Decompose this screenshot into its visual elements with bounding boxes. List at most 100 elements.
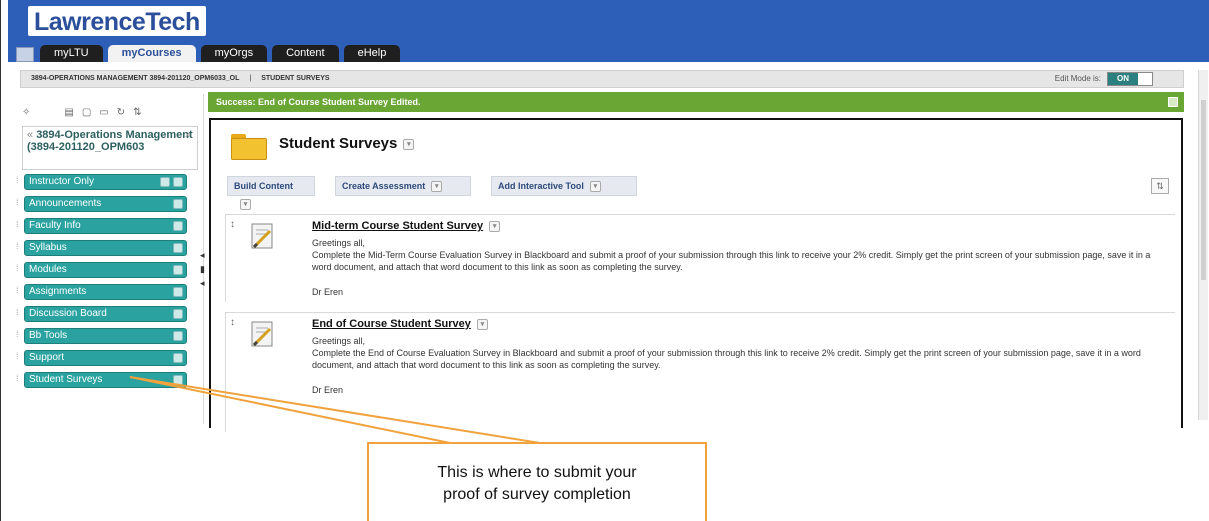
item-body: Complete the End of Course Evaluation Su… <box>312 348 1141 370</box>
sidebar-item-discussion-board[interactable]: Discussion Board <box>24 306 187 322</box>
create-assessment-label: Create Assessment <box>342 181 426 191</box>
item-menu-icon[interactable] <box>173 221 183 231</box>
item-description: Greetings all, Complete the Mid-Term Cou… <box>312 237 1162 273</box>
callout-line-2: proof of survey completion <box>443 486 631 503</box>
collapse-arrow-icon[interactable]: « <box>27 129 33 141</box>
popup-icon[interactable]: ▭ <box>99 107 108 118</box>
add-interactive-tool-label: Add Interactive Tool <box>498 181 584 191</box>
content-area: Student Surveys ▾ Build Content ▾ Create A… <box>209 118 1183 432</box>
tab-ehelp[interactable]: eHelp <box>343 45 401 62</box>
refresh-icon[interactable]: ↻ <box>117 107 125 118</box>
callout-box: This is where to submit your proof of su… <box>367 442 707 521</box>
item-menu-icon[interactable] <box>173 331 183 341</box>
build-content-label: Build Content <box>234 181 293 191</box>
item-title: Mid-term Course Student Survey <box>312 220 484 232</box>
sidebar-item-label: Faculty Info <box>29 220 81 231</box>
item-signature: Dr Eren <box>312 385 344 395</box>
breadcrumb-course[interactable]: 3894-OPERATIONS MANAGEMENT 3894-201120_O… <box>31 75 239 82</box>
sidebar-item-instructor-only[interactable]: Instructor Only <box>24 174 187 190</box>
screenshot-root: LawrenceTech myLTU myCourses myOrgs Cont… <box>0 0 1209 521</box>
drag-handle-icon[interactable]: ↕ <box>230 219 235 230</box>
drag-handle-icon[interactable]: ⁞ <box>16 262 21 274</box>
sidebar-item-label: Assignments <box>29 286 87 297</box>
page-title: Student Surveys ▾ <box>279 135 415 152</box>
course-title-box[interactable]: « 3894-Operations Management (3894-20112… <box>22 126 198 170</box>
drag-handle-icon[interactable]: ⁞ <box>16 350 21 362</box>
page-scrollbar[interactable] <box>1198 70 1208 420</box>
item-description: Greetings all, Complete the End of Cours… <box>312 335 1162 371</box>
item-menu-icon[interactable] <box>173 309 183 319</box>
item-greeting: Greetings all, <box>312 238 366 248</box>
sidebar-item-syllabus[interactable]: Syllabus <box>24 240 187 256</box>
item-menu-icon[interactable] <box>173 287 183 297</box>
item-menu-icon[interactable] <box>173 265 183 275</box>
drag-handle-icon[interactable]: ⁞ <box>16 284 21 296</box>
drag-handle-icon[interactable]: ⁞ <box>16 328 21 340</box>
breadcrumb: 3894-OPERATIONS MANAGEMENT 3894-201120_O… <box>20 70 1184 88</box>
item-title-link[interactable]: End of Course Student Survey ▾ <box>312 318 488 330</box>
edit-mode-value: ON <box>1108 73 1138 85</box>
breadcrumb-separator: | <box>249 75 252 82</box>
drag-handle-icon[interactable]: ⁞ <box>16 240 21 252</box>
window-icon[interactable]: ▢ <box>82 107 91 118</box>
sidebar-item-label: Support <box>29 352 65 363</box>
collapse-menu-icon[interactable]: ◂ ▮ ◂ <box>200 248 205 290</box>
drag-handle-icon[interactable]: ↕ <box>230 317 235 328</box>
page-title-text: Student Surveys <box>279 135 398 152</box>
sidebar-item-modules[interactable]: Modules <box>24 262 187 278</box>
success-message: Success: End of Course Student Survey Ed… <box>208 92 1184 112</box>
chevron-down-icon[interactable]: ▾ <box>489 220 501 232</box>
item-menu-icon[interactable] <box>173 375 183 385</box>
reorder-icon[interactable]: ⇅ <box>1151 178 1169 194</box>
add-interactive-tool-button[interactable]: Add Interactive Tool ▾ <box>491 176 637 196</box>
item-greeting: Greetings all, <box>312 336 366 346</box>
sidebar-item-announcements[interactable]: Announcements <box>24 196 187 212</box>
tab-content[interactable]: Content <box>272 45 339 62</box>
item-menu-icon[interactable] <box>173 177 183 187</box>
item-menu-icon[interactable] <box>173 353 183 363</box>
item-title-link[interactable]: Mid-term Course Student Survey ▾ <box>312 220 501 232</box>
tab-myltu[interactable]: myLTU <box>40 45 103 62</box>
sidebar-item-student-surveys[interactable]: Student Surveys <box>24 372 187 388</box>
tab-menu-icon[interactable] <box>16 47 34 62</box>
create-assessment-button[interactable]: Create Assessment ▾ <box>335 176 471 196</box>
tab-myorgs[interactable]: myOrgs <box>200 45 268 62</box>
chevron-down-icon[interactable]: ▾ <box>403 138 415 150</box>
drag-handle-icon[interactable]: ⁞ <box>16 306 21 318</box>
item-menu-icon[interactable] <box>173 199 183 209</box>
sidebar-item-assignments[interactable]: Assignments <box>24 284 187 300</box>
add-menu-item-icon[interactable]: ✧ <box>22 107 30 118</box>
sidebar-item-label: Syllabus <box>29 242 67 253</box>
scrollbar-thumb[interactable] <box>1201 100 1206 280</box>
list-item: ↕ Mid-term Course Student Survey ▾ Greeti… <box>225 214 1175 302</box>
folder-icon <box>231 134 267 160</box>
drag-handle-icon[interactable]: ⁞ <box>16 196 21 208</box>
course-title: 3894-Operations Management (3894-201120_… <box>27 129 193 153</box>
build-content-button[interactable]: Build Content ▾ <box>227 176 315 211</box>
chevron-down-icon: ▾ <box>240 199 251 211</box>
chevron-down-icon: ▾ <box>589 181 601 193</box>
drag-handle-icon[interactable]: ⁞ <box>16 174 21 186</box>
tab-mycourses[interactable]: myCourses <box>107 45 196 62</box>
drag-handle-icon[interactable]: ⁞ <box>16 372 21 384</box>
course-menu-arrow-icon[interactable]: » <box>185 129 191 141</box>
main-tabs: myLTU myCourses myOrgs Content eHelp <box>16 44 405 62</box>
logo[interactable]: LawrenceTech <box>28 6 206 36</box>
survey-icon <box>251 223 273 249</box>
drag-handle-icon[interactable]: ⁞ <box>16 218 21 230</box>
course-menu-tools: ✧ ▤ ▢ ▭ ↻ ⇅ <box>22 104 197 120</box>
reorder-icon[interactable]: ⇅ <box>133 107 141 118</box>
chevron-down-icon[interactable]: ▾ <box>476 318 488 330</box>
sidebar-item-bb-tools[interactable]: Bb Tools <box>24 328 187 344</box>
sidebar-item-label: Bb Tools <box>29 330 68 341</box>
sidebar-item-label: Student Surveys <box>29 374 103 385</box>
folder-view-icon[interactable]: ▤ <box>64 107 73 118</box>
sidebar-item-faculty-info[interactable]: Faculty Info <box>24 218 187 234</box>
close-icon[interactable] <box>1168 97 1178 107</box>
sidebar-item-label: Instructor Only <box>29 176 95 187</box>
course-menu: ✧ ▤ ▢ ▭ ↻ ⇅ « 3894-Operations Management… <box>14 94 204 424</box>
sidebar-item-support[interactable]: Support <box>24 350 187 366</box>
visibility-icon[interactable] <box>160 177 170 187</box>
edit-mode-toggle[interactable]: ON <box>1107 72 1153 86</box>
item-menu-icon[interactable] <box>173 243 183 253</box>
